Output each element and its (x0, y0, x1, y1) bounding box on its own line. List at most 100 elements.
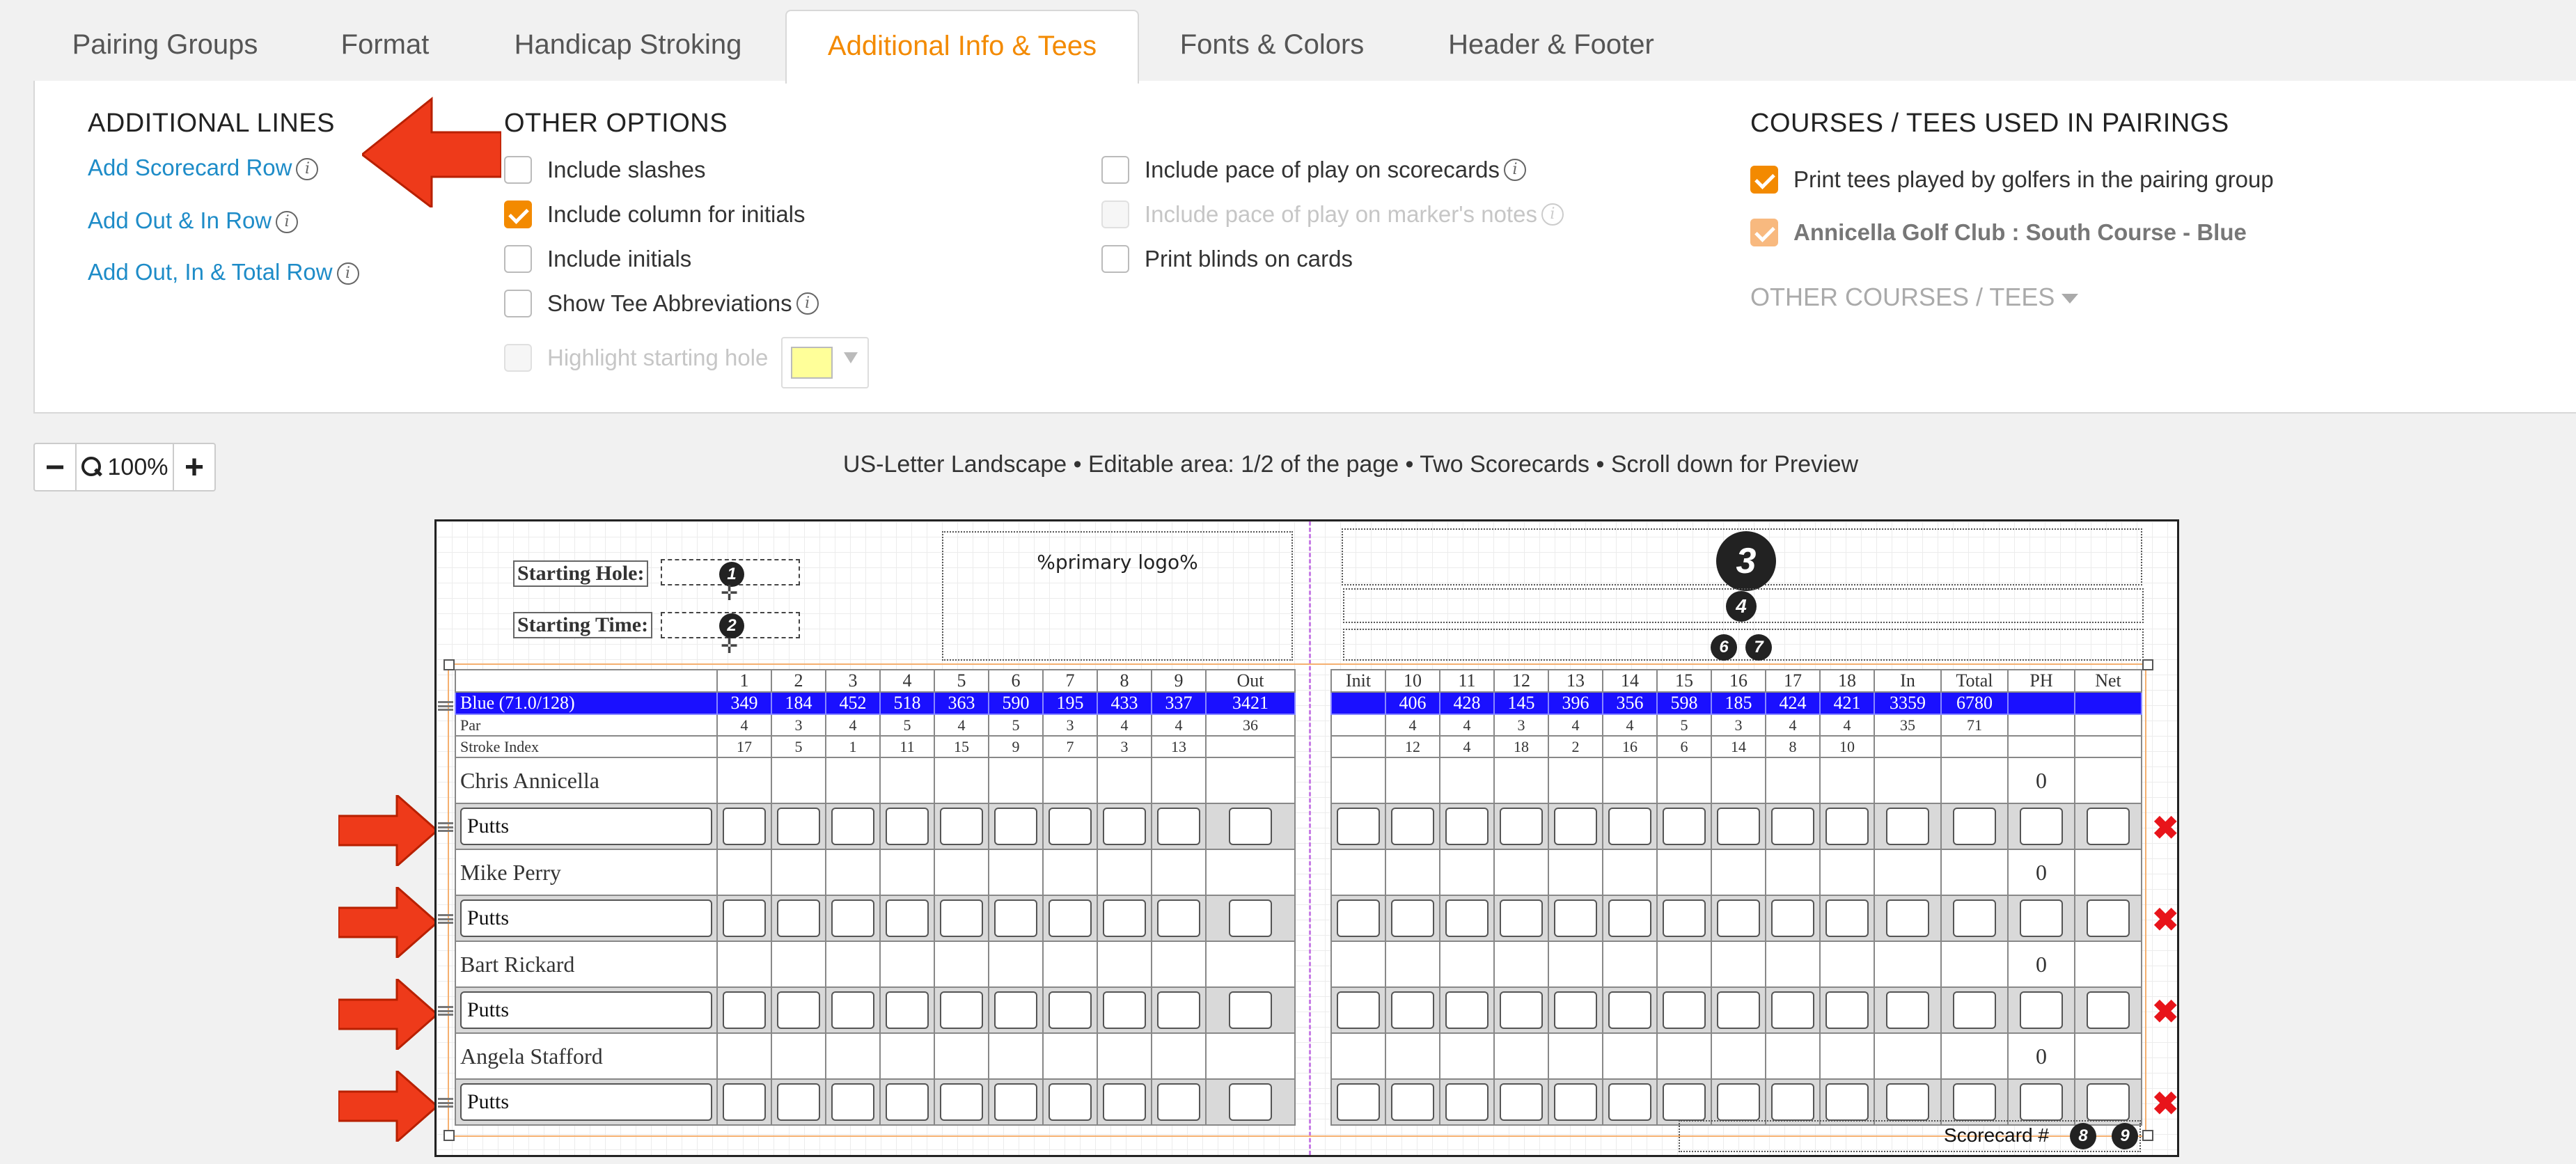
score-input[interactable] (1663, 991, 1706, 1029)
delete-row-icon[interactable]: ✖ (2152, 812, 2177, 844)
score-input[interactable] (1391, 899, 1434, 937)
move-icon[interactable]: ✛ (721, 581, 738, 606)
putts-cell[interactable] (1385, 986, 1440, 1034)
highlight-color-picker[interactable] (781, 337, 869, 388)
putts-cell[interactable] (771, 986, 826, 1034)
score-input[interactable] (1229, 899, 1272, 937)
putts-cell[interactable] (2007, 803, 2075, 850)
putts-cell[interactable] (716, 803, 772, 850)
score-input[interactable] (886, 899, 929, 937)
score-input[interactable] (1157, 899, 1200, 937)
putts-cell[interactable] (1097, 1078, 1152, 1126)
putts-cell[interactable] (1205, 895, 1296, 942)
putts-cell[interactable] (825, 1078, 881, 1126)
score-input[interactable] (1886, 1083, 1929, 1121)
putts-cell[interactable] (1439, 803, 1495, 850)
move-icon[interactable]: ✛ (721, 634, 738, 659)
putts-cell[interactable] (934, 803, 989, 850)
putts-cell[interactable] (1548, 803, 1603, 850)
score-input[interactable] (1554, 899, 1597, 937)
tab-pairing-groups[interactable]: Pairing Groups (42, 10, 288, 82)
score-input[interactable] (1049, 808, 1092, 845)
score-input[interactable] (1608, 1083, 1651, 1121)
print-tees-option[interactable]: Print tees played by golfers in the pair… (1750, 166, 2274, 194)
info-icon[interactable]: i (1503, 159, 1526, 181)
course-tee-option[interactable]: Annicella Golf Club : South Course - Blu… (1750, 219, 2247, 246)
putts-cell[interactable] (1330, 986, 1386, 1034)
score-input[interactable] (994, 808, 1037, 845)
checkbox[interactable] (504, 245, 532, 273)
score-input[interactable] (1663, 1083, 1706, 1121)
putts-cell[interactable] (988, 895, 1044, 942)
putts-cell[interactable] (1940, 986, 2009, 1034)
score-input[interactable] (1103, 808, 1146, 845)
pace-of-play-scorecards-option[interactable]: Include pace of play on scorecards i (1101, 156, 1526, 184)
putts-cell[interactable] (1874, 895, 1942, 942)
score-input[interactable] (2087, 808, 2130, 845)
badge-6[interactable]: 6 (1711, 634, 1737, 661)
score-input[interactable] (2020, 991, 2063, 1029)
score-input[interactable] (831, 1083, 874, 1121)
score-input[interactable] (1717, 1083, 1760, 1121)
putts-cell[interactable] (716, 986, 772, 1034)
score-input[interactable] (1717, 991, 1760, 1029)
score-input[interactable] (777, 808, 820, 845)
score-input[interactable] (2020, 808, 2063, 845)
putts-cell[interactable] (988, 986, 1044, 1034)
checkbox[interactable] (504, 290, 532, 317)
drag-handle-icon[interactable] (438, 701, 453, 711)
putts-cell[interactable] (1765, 895, 1821, 942)
info-icon[interactable]: i (796, 292, 819, 315)
putts-label-cell[interactable]: Putts (455, 895, 718, 942)
score-input[interactable] (1608, 808, 1651, 845)
checkbox-checked[interactable] (1750, 166, 1778, 194)
score-input[interactable] (940, 808, 983, 845)
score-input[interactable] (2087, 1083, 2130, 1121)
score-input[interactable] (886, 1083, 929, 1121)
putts-cell[interactable] (1548, 895, 1603, 942)
tab-fonts-colors[interactable]: Fonts & Colors (1156, 10, 1388, 82)
putts-cell[interactable] (1097, 986, 1152, 1034)
putts-label-input[interactable]: Putts (460, 808, 712, 845)
putts-cell[interactable] (1940, 895, 2009, 942)
badge-9[interactable]: 9 (2112, 1123, 2138, 1149)
putts-label-cell[interactable]: Putts (455, 1078, 718, 1126)
link-label[interactable]: Add Scorecard Row (88, 155, 292, 180)
putts-cell[interactable] (1493, 986, 1549, 1034)
putts-cell[interactable] (1711, 803, 1766, 850)
delete-row-icon[interactable]: ✖ (2152, 904, 2177, 936)
score-input[interactable] (1157, 1083, 1200, 1121)
drag-handle-icon[interactable] (438, 1006, 453, 1016)
logo-placeholder[interactable]: %primary logo% (942, 531, 1293, 661)
putts-cell[interactable] (879, 895, 935, 942)
resize-handle[interactable] (2142, 659, 2153, 670)
putts-cell[interactable] (2007, 895, 2075, 942)
include-initials-option[interactable]: Include initials (504, 245, 691, 273)
putts-cell[interactable] (1765, 986, 1821, 1034)
putts-cell[interactable] (1874, 803, 1942, 850)
resize-handle[interactable] (443, 659, 455, 670)
putts-cell[interactable] (1602, 895, 1658, 942)
add-scorecard-row-link[interactable]: Add Scorecard Row i (88, 155, 319, 181)
badge-3[interactable]: 3 (1716, 531, 1776, 591)
putts-cell[interactable] (934, 986, 989, 1034)
putts-label-input[interactable]: Putts (460, 899, 712, 937)
putts-cell[interactable] (1656, 1078, 1712, 1126)
score-input[interactable] (777, 899, 820, 937)
putts-cell[interactable] (716, 895, 772, 942)
score-input[interactable] (1825, 899, 1869, 937)
putts-cell[interactable] (1765, 1078, 1821, 1126)
score-input[interactable] (723, 808, 766, 845)
info-icon[interactable]: i (336, 262, 359, 285)
score-input[interactable] (1157, 991, 1200, 1029)
putts-cell[interactable] (1439, 895, 1495, 942)
putts-cell[interactable] (1439, 1078, 1495, 1126)
tab-header-footer[interactable]: Header & Footer (1427, 10, 1675, 82)
score-input[interactable] (1229, 808, 1272, 845)
putts-cell[interactable] (1151, 1078, 1207, 1126)
drag-handle-icon[interactable] (438, 822, 453, 832)
putts-cell[interactable] (825, 895, 881, 942)
score-input[interactable] (994, 1083, 1037, 1121)
score-input[interactable] (1717, 899, 1760, 937)
score-input[interactable] (1608, 991, 1651, 1029)
